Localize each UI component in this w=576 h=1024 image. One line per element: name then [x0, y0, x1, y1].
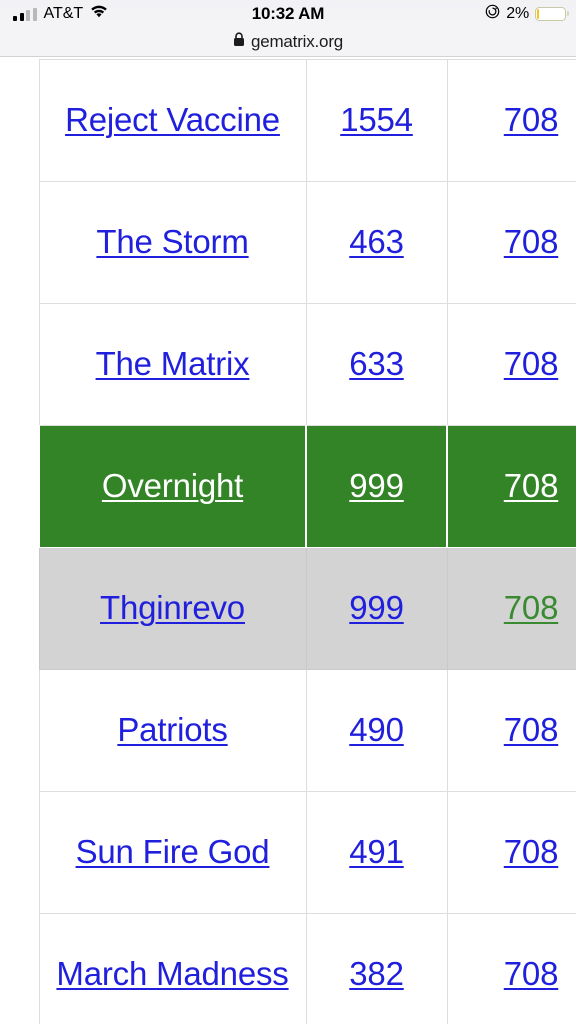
value-b-link[interactable]: 708: [504, 589, 559, 626]
value-b-link[interactable]: 708: [504, 833, 559, 870]
cell-value-a: 491: [305, 791, 448, 914]
value-a-link[interactable]: 633: [349, 345, 404, 382]
cell-value-a: 1554: [305, 59, 448, 182]
cell-value-b: 708: [446, 547, 576, 670]
cell-value-b: 708: [446, 913, 576, 1024]
cell-phrase: Sun Fire God: [38, 791, 307, 914]
phrase-link[interactable]: Sun Fire God: [76, 833, 270, 870]
battery-low-icon: [535, 7, 570, 21]
cell-value-a: 999: [305, 547, 448, 670]
rotation-lock-icon: [485, 4, 500, 24]
table-row: March Madness 382 708: [38, 913, 576, 1024]
cell-phrase: Thginrevo: [38, 547, 307, 670]
phrase-link[interactable]: The Matrix: [96, 345, 250, 382]
status-bar-right-group: 2%: [485, 0, 570, 28]
value-a-link[interactable]: 999: [349, 589, 404, 626]
cell-phrase: The Storm: [38, 181, 307, 304]
table-row: Thginrevo 999 708: [38, 547, 576, 670]
table-row: Overnight 999 708: [38, 425, 576, 548]
cell-value-a: 633: [305, 303, 448, 426]
value-a-link[interactable]: 491: [349, 833, 404, 870]
cell-value-a: 490: [305, 669, 448, 792]
value-b-link[interactable]: 708: [504, 101, 559, 138]
value-b-link[interactable]: 708: [504, 955, 559, 992]
phrase-link[interactable]: Reject Vaccine: [65, 101, 280, 138]
cell-phrase: March Madness: [38, 913, 307, 1024]
cell-phrase: Reject Vaccine: [38, 59, 307, 182]
phrase-link[interactable]: March Madness: [56, 955, 288, 992]
cell-value-b: 708: [446, 791, 576, 914]
value-a-link[interactable]: 999: [349, 467, 404, 504]
browser-url-bar[interactable]: gematrix.org: [0, 28, 576, 57]
phrase-link[interactable]: Thginrevo: [100, 589, 245, 626]
value-a-link[interactable]: 463: [349, 223, 404, 260]
table-body: Reject Vaccine 1554 708 The Storm 463 708 The …: [38, 59, 576, 1024]
lock-icon: [233, 32, 245, 52]
cell-value-a: 382: [305, 913, 448, 1024]
url-host-label: gematrix.org: [250, 32, 344, 51]
cell-phrase: Overnight: [38, 425, 307, 548]
cell-value-b: 708: [446, 303, 576, 426]
value-a-link[interactable]: 490: [349, 711, 404, 748]
table-row: Sun Fire God 491 708: [38, 791, 576, 914]
cell-phrase: The Matrix: [38, 303, 307, 426]
table-row: Patriots 490 708: [38, 669, 576, 792]
phrase-link[interactable]: Overnight: [102, 467, 243, 504]
value-b-link[interactable]: 708: [504, 711, 559, 748]
value-b-link[interactable]: 708: [504, 223, 559, 260]
cell-value-b: 708: [446, 59, 576, 182]
battery-percent-label: 2%: [506, 5, 529, 22]
clock-label: 10:32 AM: [251, 4, 325, 23]
cell-phrase: Patriots: [38, 669, 307, 792]
value-a-link[interactable]: 1554: [340, 101, 413, 138]
table-row: The Storm 463 708: [38, 181, 576, 304]
phrase-link[interactable]: The Storm: [96, 223, 248, 260]
gematria-results-table: Reject Vaccine 1554 708 The Storm 463 708 The …: [38, 59, 576, 1024]
value-b-link[interactable]: 708: [504, 467, 559, 504]
table-row: The Matrix 633 708: [38, 303, 576, 426]
value-a-link[interactable]: 382: [349, 955, 404, 992]
cell-value-a: 999: [305, 425, 448, 548]
cell-value-b: 708: [446, 669, 576, 792]
cell-value-b: 708: [446, 181, 576, 304]
value-b-link[interactable]: 708: [504, 345, 559, 382]
cell-value-a: 463: [305, 181, 448, 304]
ios-status-bar: AT&T 10:32 AM 2%: [0, 0, 576, 28]
table-row: Reject Vaccine 1554 708: [38, 59, 576, 182]
cell-value-b: 708: [446, 425, 576, 548]
phrase-link[interactable]: Patriots: [117, 711, 227, 748]
webpage-content: Reject Vaccine 1554 708 The Storm 463 708 The …: [0, 57, 576, 1024]
